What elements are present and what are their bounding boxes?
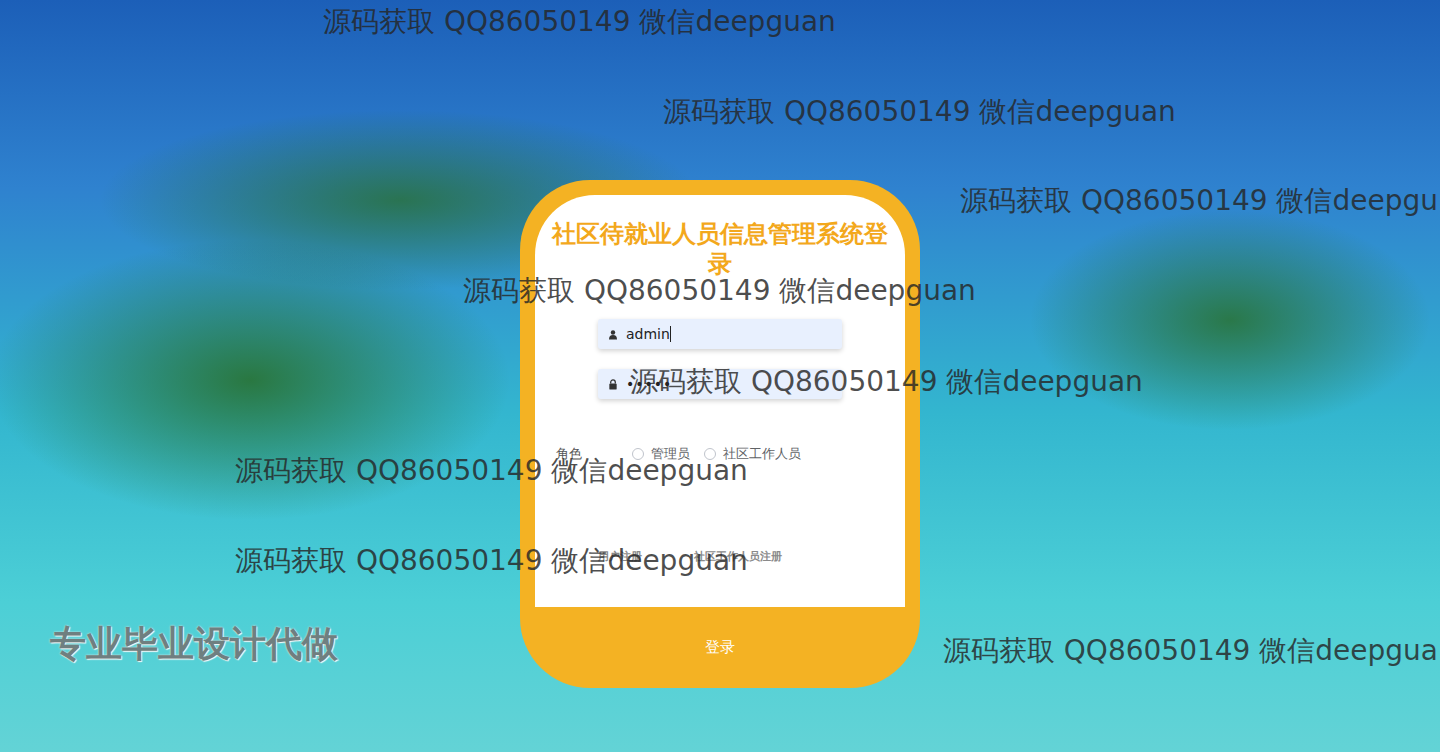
user-icon bbox=[608, 329, 618, 340]
watermark: 源码获取 QQ86050149 微信deepguan bbox=[235, 544, 748, 578]
username-field[interactable]: admin bbox=[598, 319, 842, 349]
watermark: 源码获取 QQ86050149 微信deepguan bbox=[663, 95, 1176, 129]
watermark: 源码获取 QQ86050149 微信deepgua bbox=[943, 634, 1438, 668]
login-card: 社区待就业人员信息管理系统登录admin•••••角色管理员社区工作人员用户注册… bbox=[520, 180, 920, 688]
login-title: 社区待就业人员信息管理系统登录 bbox=[547, 219, 893, 279]
text-caret bbox=[670, 326, 671, 342]
watermark: 源码获取 QQ86050149 微信deepguan bbox=[463, 274, 976, 308]
login-button[interactable]: 登录 bbox=[535, 607, 905, 688]
lock-icon bbox=[608, 379, 618, 390]
username-value: admin bbox=[626, 326, 670, 342]
watermark: 源码获取 QQ86050149 微信deepguan bbox=[235, 454, 748, 488]
login-page: 社区待就业人员信息管理系统登录admin•••••角色管理员社区工作人员用户注册… bbox=[0, 0, 1440, 752]
watermark: 源码获取 QQ86050149 微信deepgu bbox=[960, 184, 1438, 218]
promo-banner: 专业毕业设计代做 bbox=[50, 620, 338, 669]
watermark: 源码获取 QQ86050149 微信deepguan bbox=[630, 365, 1143, 399]
watermark: 源码获取 QQ86050149 微信deepguan bbox=[323, 5, 836, 39]
